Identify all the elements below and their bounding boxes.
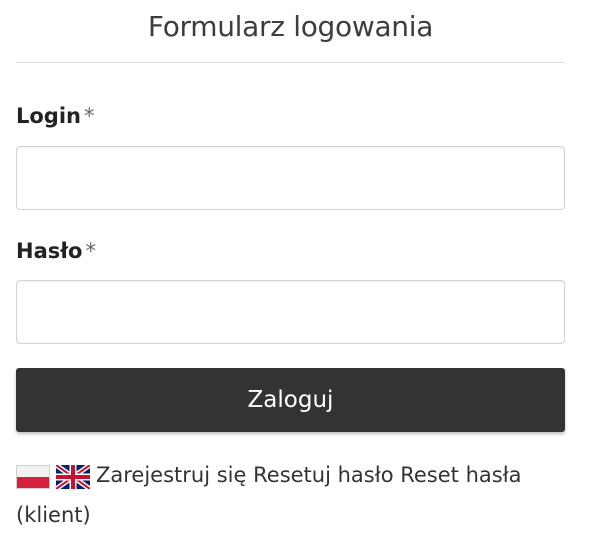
page-title: Formularz logowania [147,10,434,43]
password-label: Hasło * [16,239,96,263]
login-button[interactable]: Zaloguj [16,368,565,432]
login-label: Login * [16,104,95,128]
login-required-marker: * [84,104,95,128]
login-form: Formularz logowania Login * Hasło * Zalogu… [16,0,565,527]
login-label-text: Login [16,104,81,128]
poland-flag-icon[interactable] [16,462,50,489]
password-input[interactable] [16,280,565,344]
password-label-text: Hasło [16,239,83,263]
title-divider [16,62,565,63]
password-required-marker: * [85,239,96,263]
reset-password-link[interactable]: Resetuj hasło [253,463,393,487]
uk-flag-icon[interactable] [54,462,92,492]
footer-links: Zarejestruj się Resetuj hasło Reset hasł… [16,455,565,535]
login-input[interactable] [16,146,565,210]
register-link[interactable]: Zarejestruj się [96,463,246,487]
